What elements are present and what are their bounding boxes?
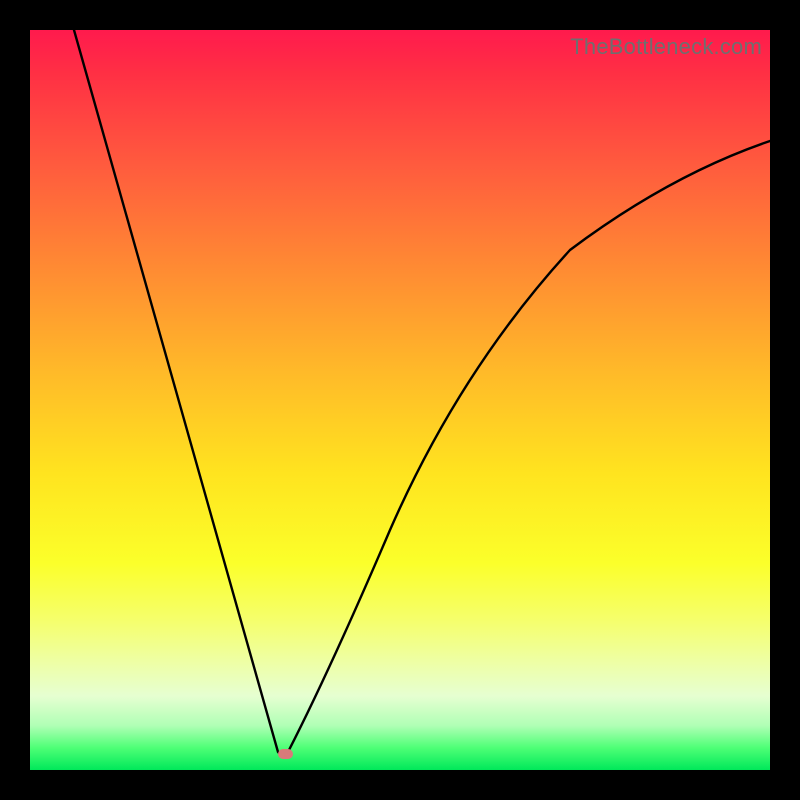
optimal-point-marker (278, 749, 293, 759)
bottleneck-curve (30, 30, 770, 770)
chart-frame: TheBottleneck.com (0, 0, 800, 800)
plot-area: TheBottleneck.com (30, 30, 770, 770)
curve-path (74, 30, 770, 755)
